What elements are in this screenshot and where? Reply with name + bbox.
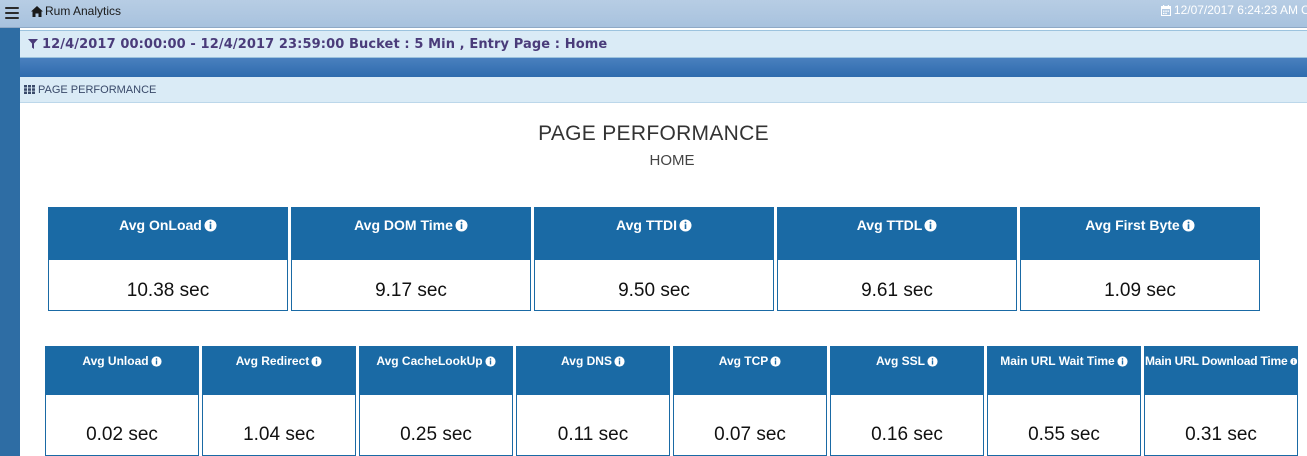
calendar-icon bbox=[1160, 4, 1171, 16]
metric-label: Main URL Download Time bbox=[1145, 354, 1288, 368]
metric-card-avg-onload: Avg OnLoad 10.38 sec bbox=[48, 207, 288, 311]
metric-card-avg-redirect: Avg Redirect 1.04 sec bbox=[202, 346, 356, 456]
panel-header-label: PAGE PERFORMANCE bbox=[38, 83, 157, 96]
info-icon[interactable] bbox=[204, 219, 217, 232]
current-datetime: 12/07/2017 6:24:23 AM bbox=[1173, 3, 1298, 17]
metric-value: 1.04 sec bbox=[243, 424, 315, 445]
metric-label: Avg DNS bbox=[561, 354, 612, 368]
metric-value: 0.16 sec bbox=[871, 424, 943, 445]
metric-card-avg-dom-time: Avg DOM Time 9.17 sec bbox=[291, 207, 531, 311]
info-icon[interactable] bbox=[1182, 219, 1195, 232]
metric-card-avg-cachelookup: Avg CacheLookUp 0.25 sec bbox=[359, 346, 513, 456]
info-icon[interactable] bbox=[485, 355, 496, 367]
info-icon[interactable] bbox=[924, 219, 937, 232]
filter-summary: 12/4/2017 00:00:00 - 12/4/2017 23:59:00 … bbox=[42, 36, 608, 52]
metric-label: Main URL Wait Time bbox=[1000, 354, 1115, 368]
filter-icon bbox=[28, 39, 38, 49]
info-icon[interactable] bbox=[151, 355, 162, 367]
metric-value: 9.50 sec bbox=[618, 279, 690, 301]
filter-bar[interactable]: 12/4/2017 00:00:00 - 12/4/2017 23:59:00 … bbox=[20, 30, 1307, 58]
header-trailing-text: C bbox=[1301, 3, 1307, 17]
top-bar: Rum Analytics 12/07/2017 6:24:23 AM C bbox=[0, 0, 1307, 28]
metric-card-avg-unload: Avg Unload 0.02 sec bbox=[45, 346, 199, 456]
metric-label: Avg First Byte bbox=[1085, 217, 1180, 233]
metric-label: Avg OnLoad bbox=[119, 217, 202, 233]
metric-card-avg-first-byte: Avg First Byte 1.09 sec bbox=[1020, 207, 1260, 311]
metric-label: Avg TCP bbox=[718, 354, 769, 368]
metric-value: 9.61 sec bbox=[861, 279, 933, 301]
header-clock: 12/07/2017 6:24:23 AM C bbox=[1160, 2, 1307, 18]
metric-label: Avg Redirect bbox=[235, 354, 310, 368]
metric-card-main-url-wait-time: Main URL Wait Time 0.55 sec bbox=[987, 346, 1141, 456]
left-sidebar-strip bbox=[0, 28, 20, 456]
metric-card-avg-ssl: Avg SSL 0.16 sec bbox=[830, 346, 984, 456]
info-icon[interactable] bbox=[1289, 356, 1297, 367]
metric-label: Avg DOM Time bbox=[354, 217, 453, 233]
info-icon[interactable] bbox=[614, 355, 625, 367]
info-icon[interactable] bbox=[1117, 355, 1128, 367]
metric-value: 10.38 sec bbox=[126, 279, 210, 301]
metric-card-avg-ttdl: Avg TTDL 9.61 sec bbox=[777, 207, 1017, 311]
hamburger-icon[interactable] bbox=[5, 7, 19, 19]
info-icon[interactable] bbox=[311, 355, 322, 367]
metric-value: 0.07 sec bbox=[714, 424, 786, 445]
info-icon[interactable] bbox=[927, 355, 938, 367]
metric-value: 0.25 sec bbox=[400, 424, 472, 445]
metric-card-avg-ttdi: Avg TTDI 9.50 sec bbox=[534, 207, 774, 311]
background-band bbox=[20, 56, 1307, 78]
metric-label: Avg TTDI bbox=[616, 217, 677, 233]
metric-label: Avg Unload bbox=[82, 354, 149, 368]
metric-value: 0.55 sec bbox=[1028, 424, 1100, 445]
grid-icon bbox=[24, 85, 35, 94]
info-icon[interactable] bbox=[679, 219, 692, 232]
metric-card-avg-dns: Avg DNS 0.11 sec bbox=[516, 346, 670, 456]
metric-label: Avg CacheLookUp bbox=[376, 354, 483, 368]
page-title: PAGE PERFORMANCE bbox=[538, 122, 769, 145]
metric-label: Avg SSL bbox=[876, 354, 925, 368]
metric-value: 0.31 sec bbox=[1185, 424, 1257, 445]
app-brand-link[interactable]: Rum Analytics bbox=[30, 3, 121, 19]
panel-header: PAGE PERFORMANCE bbox=[20, 77, 1307, 103]
metric-value: 0.11 sec bbox=[557, 424, 629, 445]
metric-value: 9.17 sec bbox=[375, 279, 447, 301]
app-title: Rum Analytics bbox=[45, 4, 122, 18]
metric-label: Avg TTDL bbox=[856, 217, 923, 233]
metric-card-avg-tcp: Avg TCP 0.07 sec bbox=[673, 346, 827, 456]
metric-value: 0.02 sec bbox=[86, 424, 158, 445]
metric-card-main-url-download-time: Main URL Download Time 0.31 sec bbox=[1144, 346, 1298, 456]
home-icon bbox=[31, 5, 43, 17]
page-subtitle: HOME bbox=[649, 152, 695, 169]
info-icon[interactable] bbox=[455, 219, 468, 232]
info-icon[interactable] bbox=[770, 355, 781, 367]
metric-value: 1.09 sec bbox=[1104, 279, 1176, 301]
